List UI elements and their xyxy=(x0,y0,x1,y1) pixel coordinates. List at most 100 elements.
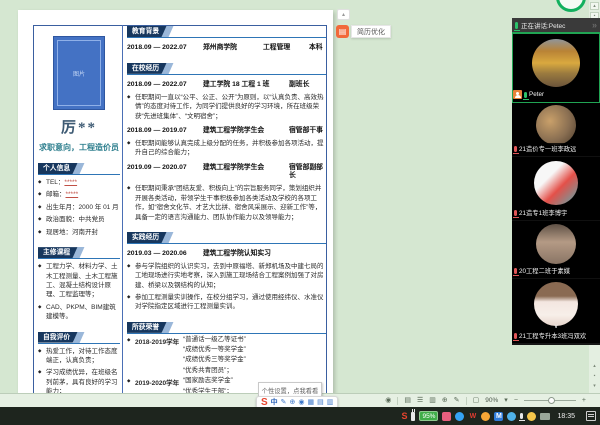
emoji-icon[interactable]: ◉ xyxy=(298,399,304,406)
honor-row: 2018-2019学年 “普通话一级乙等证书” “成绩优秀一等奖学金” “成绩优… xyxy=(127,336,326,376)
wps-tray-icon[interactable]: W xyxy=(468,412,477,421)
zoom-slider[interactable] xyxy=(524,400,576,401)
participant-tile-peter[interactable]: Peter xyxy=(512,33,600,103)
tray-app-icon-blue-circle[interactable] xyxy=(455,412,464,421)
participant-name-tag: Peter xyxy=(513,89,547,100)
battery-indicator[interactable]: 95% xyxy=(419,411,438,421)
resume-left-column: 图片 厉** 求职意向，工程造价员 个人信息 TEL：***** 邮箱：****… xyxy=(38,30,120,419)
speaking-indicator-bar: 正在讲话:Petec » xyxy=(512,18,600,33)
web-view-icon[interactable]: ⊕ xyxy=(442,397,448,404)
scroll-more-icon[interactable]: ∨ xyxy=(553,322,558,330)
divider xyxy=(397,397,398,405)
participant-name-tag: 20工程二班于素媒 xyxy=(512,265,573,276)
scroll-up-icon: ▴ xyxy=(593,3,596,9)
zoom-out-button[interactable]: − xyxy=(514,397,518,404)
keyboard-icon[interactable]: ▥ xyxy=(327,399,334,406)
personal-info-item: 现居地：河南开封 xyxy=(38,228,120,237)
tray-network-icon[interactable] xyxy=(540,413,550,420)
tray-mic-icon[interactable] xyxy=(520,413,523,419)
avatar xyxy=(536,105,576,145)
toolbox-icon[interactable]: ▤ xyxy=(317,399,324,406)
avatar xyxy=(534,161,578,205)
prev-page-icon[interactable]: ▴ xyxy=(593,363,596,369)
system-tray: S 95% W M 18:35 xyxy=(401,411,600,421)
scroll-up-button[interactable]: ▴ xyxy=(590,2,599,10)
section-header-campus: 在校经历 xyxy=(127,62,326,75)
tray-app-icon-orange[interactable] xyxy=(481,412,490,421)
zoom-in-button[interactable]: + xyxy=(582,397,586,404)
next-page-icon[interactable]: ▾ xyxy=(593,383,596,389)
edit-mode-icon[interactable]: ✎ xyxy=(454,397,460,404)
mic-muted-icon xyxy=(514,268,517,274)
collapse-sidebar-icon[interactable]: » xyxy=(592,21,597,30)
photo-placeholder: 图片 xyxy=(53,36,105,110)
skin-icon[interactable]: ▦ xyxy=(308,399,315,406)
resume-optimize-label[interactable]: 简历优化 xyxy=(351,25,391,38)
participant-tile[interactable]: ∨ 21工程专升本3班冯双欢 xyxy=(512,279,600,343)
practice-bullet: 参加工程测量实训操作，在校分组学习，通过使用经纬仪、水准仪对学院指定区域进行工程… xyxy=(127,293,326,312)
campus-entry-heading: 2019.09 — 2020.07 建筑工程学院学生会 宿管部副部长 xyxy=(127,164,326,182)
screen: ▴ ▪ ▴ ▪ ▾ 图片 厉** 求职意向，工程造价员 个人信息 xyxy=(0,0,600,425)
page-nav-icon[interactable]: ▪ xyxy=(594,373,596,379)
collapse-widget-button[interactable]: ▴ xyxy=(337,9,350,20)
sogou-tray-icon[interactable]: S xyxy=(401,412,407,421)
avatar xyxy=(536,224,576,264)
resume-optimize-widget[interactable]: ▤ 简历优化 xyxy=(336,25,391,38)
section-header-honors: 所获荣誉 xyxy=(127,321,326,334)
zoom-caret-icon[interactable]: ▾ xyxy=(504,397,508,404)
divider xyxy=(466,397,467,405)
zoom-level[interactable]: 90% xyxy=(485,397,498,404)
course-item: 工程力学、材料力学、土木工程测量、土木工程施工、混凝土结构设计原理、工程监理等； xyxy=(38,262,120,300)
fit-page-icon[interactable]: ▢ xyxy=(473,397,480,404)
scrollbar-lower-buttons[interactable]: ▴ ▪ ▾ xyxy=(589,363,600,389)
tray-app-icon-lightblue[interactable] xyxy=(507,412,516,421)
speaker-mic-icon xyxy=(515,22,518,29)
section-header-self-eval: 自我评价 xyxy=(38,331,120,344)
participant-tile[interactable]: 21造价专一班李政远 xyxy=(512,103,600,157)
section-header-courses: 主修课程 xyxy=(38,246,120,259)
power-plug-icon[interactable] xyxy=(411,412,415,421)
campus-entry-heading: 2018.09 — 2022.07 建工学院 18 工程 1 班 副班长 xyxy=(127,81,326,90)
mic-muted-icon xyxy=(514,146,517,152)
eye-protection-icon[interactable]: ◉ xyxy=(385,397,391,404)
tray-app-icon-pink[interactable] xyxy=(442,412,451,421)
campus-entry-bullet: 任职期间能够认真完成上级分配的任务，并积极参加各项活动，提升自己的综合能力； xyxy=(127,139,326,158)
sogou-logo-icon[interactable]: S xyxy=(261,398,268,408)
wps-document-window: ▴ ▪ ▴ ▪ ▾ 图片 厉** 求职意向，工程造价员 个人信息 xyxy=(0,0,600,407)
chinese-mode-icon[interactable]: 中 xyxy=(271,399,278,406)
fullwidth-icon[interactable]: ⊕ xyxy=(290,399,296,406)
windows-taskbar: S 95% W M 18:35 xyxy=(0,407,600,425)
practice-entry-heading: 2019.03 — 2020.06 建筑工程学院认知实习 xyxy=(127,250,326,259)
avatar xyxy=(534,282,578,326)
mic-muted-icon xyxy=(514,210,517,216)
participant-tile[interactable]: 21造专1班李博宇 xyxy=(512,157,600,221)
candidate-name: 厉** xyxy=(38,116,120,137)
host-badge-icon xyxy=(513,90,522,99)
page-view-icon[interactable]: ▤ xyxy=(404,397,411,404)
book-view-icon[interactable]: ▥ xyxy=(429,397,436,404)
personal-info-item: 邮箱：***** xyxy=(38,190,120,199)
resume-right-column: 教育背景 2018.09 — 2022.07 郑州商学院 工程管理 本科 在校经… xyxy=(127,25,326,425)
notification-center-icon[interactable] xyxy=(586,411,596,421)
campus-entry-heading: 2018.09 — 2019.07 建筑工程学院学生会 宿管部干事 xyxy=(127,127,326,136)
campus-entry-bullet: 任职期间秉承“团结友爱、积极向上”的宗旨服务同学，策划组织并开展各类活动，带领学… xyxy=(127,184,326,222)
zoom-slider-knob[interactable] xyxy=(548,397,555,404)
practice-bullet: 参与学院组织的认识实习，去到中原福塔、新郑机场及中建七局的工地现场进行实地考察，… xyxy=(127,262,326,290)
job-intent: 求职意向，工程造价员 xyxy=(38,142,120,153)
meeting-video-sidebar: 正在讲话:Petec » Peter 21造价专一班李政远 21造专1班李博宇 xyxy=(512,18,600,345)
campus-entry-bullet: 任职期间一直以“公平、公正、公开”为原则，以“认真负责、高效热情”的态度对待工作… xyxy=(127,93,326,121)
section-header-personal-info: 个人信息 xyxy=(38,162,120,175)
taskbar-clock[interactable]: 18:35 xyxy=(554,413,578,420)
course-item: CAD、PKPM、BIM建筑建模等。 xyxy=(38,303,120,322)
outline-view-icon[interactable]: ☰ xyxy=(417,397,423,404)
participant-tile[interactable]: 20工程二班于素媒 xyxy=(512,221,600,279)
resume-doc-icon[interactable]: ▤ xyxy=(336,25,349,38)
personal-info-item: TEL：***** xyxy=(38,178,120,187)
handwriting-icon[interactable]: ✎ xyxy=(281,399,287,406)
tray-headset-icon[interactable] xyxy=(527,412,536,421)
tray-app-icon-m[interactable]: M xyxy=(494,412,503,421)
participant-name-tag: 21造专1班李博宇 xyxy=(512,207,570,218)
self-eval-item: 热爱工作，对待工作态度端正，认真负责； xyxy=(38,347,120,366)
avatar xyxy=(532,39,580,87)
speaking-label: 正在讲话:Petec xyxy=(521,20,589,30)
